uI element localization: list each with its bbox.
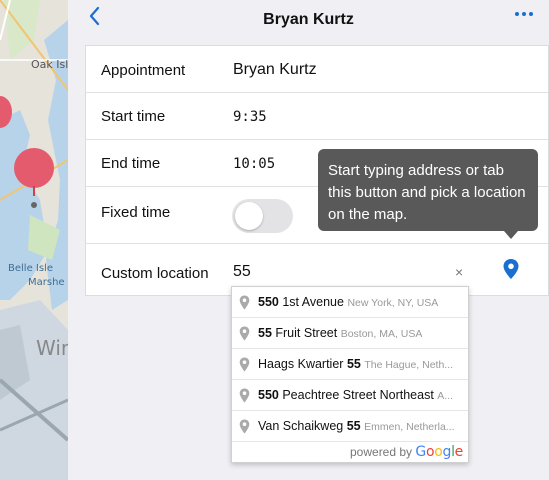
suggestion-item[interactable]: 55 Fruit Street Boston, MA, USA <box>232 318 468 349</box>
suggestion-main: Haags Kwartier <box>258 357 347 371</box>
map-label-win: Win <box>36 336 68 360</box>
map-label-belle-isle: Belle Isle <box>8 263 53 274</box>
location-pin-icon <box>503 259 519 279</box>
google-logo: Google <box>415 444 463 460</box>
map-marker-stem <box>33 186 35 196</box>
suggestion-item[interactable]: 550 1st Avenue New York, NY, USA <box>232 287 468 318</box>
suggestion-text: 550 Peachtree Street Northeast A... <box>258 388 464 402</box>
header-bar: Bryan Kurtz <box>68 0 549 40</box>
more-dot-icon <box>515 12 519 16</box>
tooltip-arrow <box>504 231 518 239</box>
map-pin-icon <box>239 419 250 434</box>
google-letter: o <box>425 444 435 460</box>
suggestion-text: Haags Kwartier 55 The Hague, Neth... <box>258 357 464 371</box>
google-letter: G <box>415 444 426 460</box>
suggestion-text: Van Schaikweg 55 Emmen, Netherla... <box>258 419 464 433</box>
suggestion-item[interactable]: 550 Peachtree Street Northeast A... <box>232 380 468 411</box>
map-pin-icon <box>239 326 250 341</box>
location-tooltip: Start typing address or tab this button … <box>318 149 538 231</box>
address-suggestions: 550 1st Avenue New York, NY, USA 55 Frui… <box>231 286 469 463</box>
suggestion-match: 550 <box>258 295 279 309</box>
map-view[interactable]: Oak Isl Belle Isle Marshe Win <box>0 0 68 480</box>
map-label-oak: Oak Isl <box>31 58 68 71</box>
suggestion-secondary: Emmen, Netherla... <box>364 421 455 433</box>
more-button[interactable] <box>515 6 535 20</box>
custom-location-input[interactable] <box>233 263 453 281</box>
suggestion-item[interactable]: Van Schaikweg 55 Emmen, Netherla... <box>232 411 468 442</box>
map-marker[interactable] <box>14 148 54 188</box>
suggestion-text: 550 1st Avenue New York, NY, USA <box>258 295 464 309</box>
start-time-label: Start time <box>101 108 166 125</box>
more-dot-icon <box>529 12 533 16</box>
suggestion-item[interactable]: Haags Kwartier 55 The Hague, Neth... <box>232 349 468 380</box>
appointment-row[interactable]: Appointment Bryan Kurtz <box>86 46 548 93</box>
suggestion-secondary: The Hague, Neth... <box>364 359 454 371</box>
suggestion-main: Fruit Street <box>271 326 338 340</box>
map-marker-dot <box>31 202 37 208</box>
custom-location-label: Custom location <box>101 265 209 282</box>
map-label-marshe: Marshe <box>28 277 65 288</box>
google-letter: g <box>442 444 452 460</box>
suggestion-match: 55 <box>346 419 361 433</box>
end-time-value[interactable]: 10:05 <box>233 156 275 172</box>
map-pin-icon <box>239 295 250 310</box>
powered-by-google: powered by Google <box>350 444 463 460</box>
appointment-label: Appointment <box>101 62 186 79</box>
suggestion-match: 55 <box>346 357 361 371</box>
suggestion-secondary: New York, NY, USA <box>347 297 439 309</box>
suggestion-text: 55 Fruit Street Boston, MA, USA <box>258 326 464 340</box>
map-pin-icon <box>239 357 250 372</box>
fixed-time-label: Fixed time <box>101 204 171 221</box>
suggestion-main: 1st Avenue <box>278 295 344 309</box>
suggestion-main: Van Schaikweg <box>258 419 347 433</box>
powered-by-text: powered by <box>350 445 413 459</box>
suggestion-match: 55 <box>258 326 272 340</box>
start-time-row[interactable]: Start time 9:35 <box>86 93 548 140</box>
more-dot-icon <box>522 12 526 16</box>
suggestion-match: 550 <box>258 388 279 402</box>
map-pin-icon <box>239 388 250 403</box>
google-letter: e <box>454 444 464 460</box>
page-title: Bryan Kurtz <box>263 11 354 28</box>
end-time-label: End time <box>101 155 161 172</box>
clear-input-button[interactable]: × <box>455 264 463 280</box>
suggestion-secondary: Boston, MA, USA <box>340 328 423 340</box>
suggestion-secondary: A... <box>437 390 454 402</box>
start-time-value[interactable]: 9:35 <box>233 109 267 125</box>
pick-location-button[interactable] <box>502 258 520 280</box>
suggestion-main: Peachtree Street Northeast <box>278 388 434 402</box>
toggle-knob <box>235 202 263 230</box>
map-graphic <box>0 0 68 480</box>
appointment-value[interactable]: Bryan Kurtz <box>233 61 317 79</box>
fixed-time-toggle[interactable] <box>232 199 293 233</box>
